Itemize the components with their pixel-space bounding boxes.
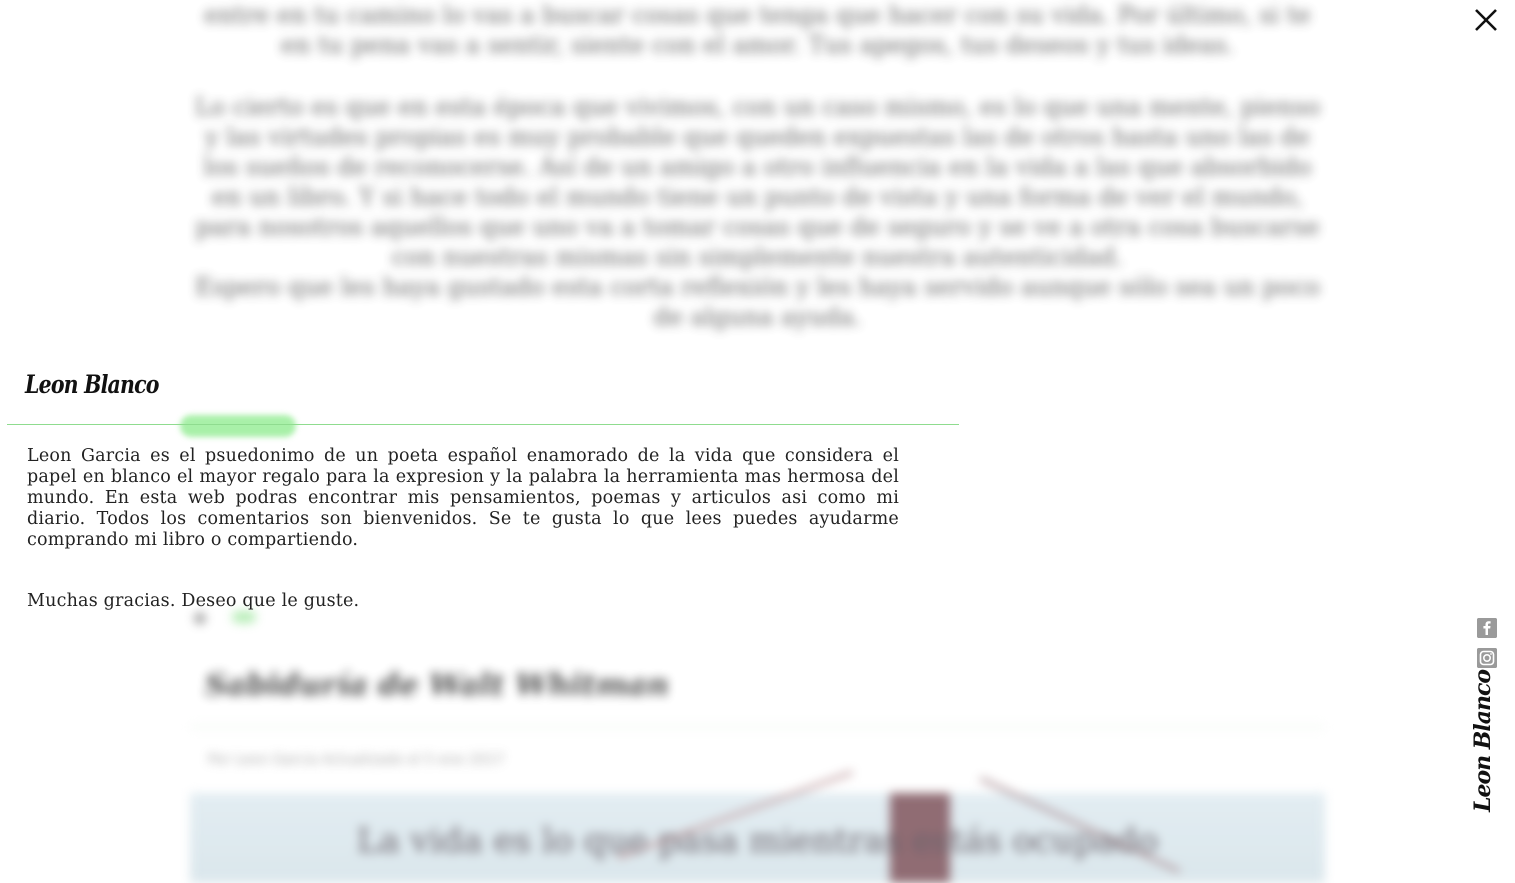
instagram-button[interactable] bbox=[1477, 648, 1497, 668]
background-divider bbox=[190, 726, 1325, 728]
author-bio: Leon Garcia es el psuedonimo de un poeta… bbox=[27, 446, 899, 550]
bridge-cable bbox=[979, 776, 1181, 874]
background-paragraph: entre en tu camino lo vas a buscar cosas… bbox=[204, 1, 1311, 59]
instagram-icon bbox=[1477, 648, 1497, 668]
background-image-caption: La vida es lo que pasa mientras estás oc… bbox=[356, 821, 1159, 861]
bridge-tower bbox=[890, 793, 950, 883]
divider bbox=[7, 424, 959, 425]
author-name: Leon Blanco bbox=[25, 370, 159, 399]
facebook-icon bbox=[1477, 618, 1497, 638]
background-post-title: Sabiduría de Walt Whitman bbox=[205, 668, 669, 703]
author-thanks: Muchas gracias. Deseo que le guste. bbox=[27, 591, 360, 611]
background-post-image: La vida es lo que pasa mientras estás oc… bbox=[190, 770, 1325, 883]
bridge-cable bbox=[616, 770, 854, 860]
background-post-meta: Por Leon Garcia Actualizado el 5 ene 201… bbox=[208, 752, 505, 768]
green-highlight bbox=[180, 415, 296, 437]
background-paragraph: Lo cierto es que en esta época que vivim… bbox=[194, 93, 1321, 271]
facebook-button[interactable] bbox=[1477, 618, 1497, 638]
close-button[interactable] bbox=[1470, 4, 1502, 36]
close-icon bbox=[1475, 9, 1497, 31]
background-paragraph: Espero que les haya gustado esta corta r… bbox=[195, 273, 1320, 331]
site-logo[interactable]: Leon Blanco bbox=[1470, 670, 1496, 812]
background-badge bbox=[232, 611, 256, 623]
